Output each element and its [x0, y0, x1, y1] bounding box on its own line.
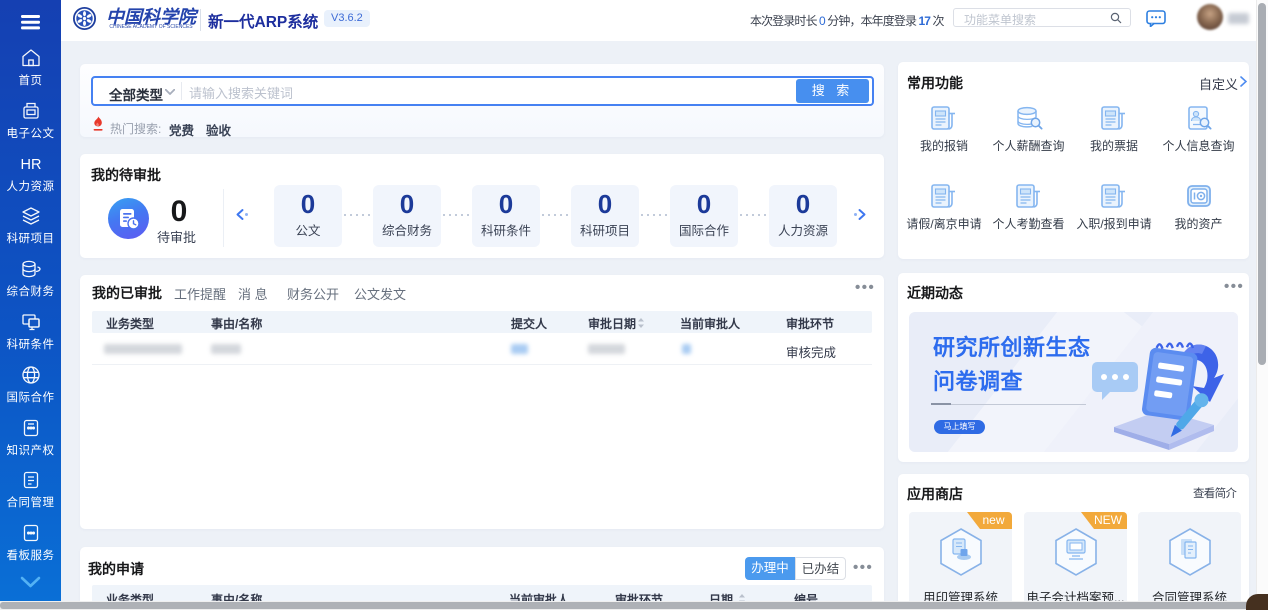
svg-text:HR: HR [20, 157, 41, 173]
